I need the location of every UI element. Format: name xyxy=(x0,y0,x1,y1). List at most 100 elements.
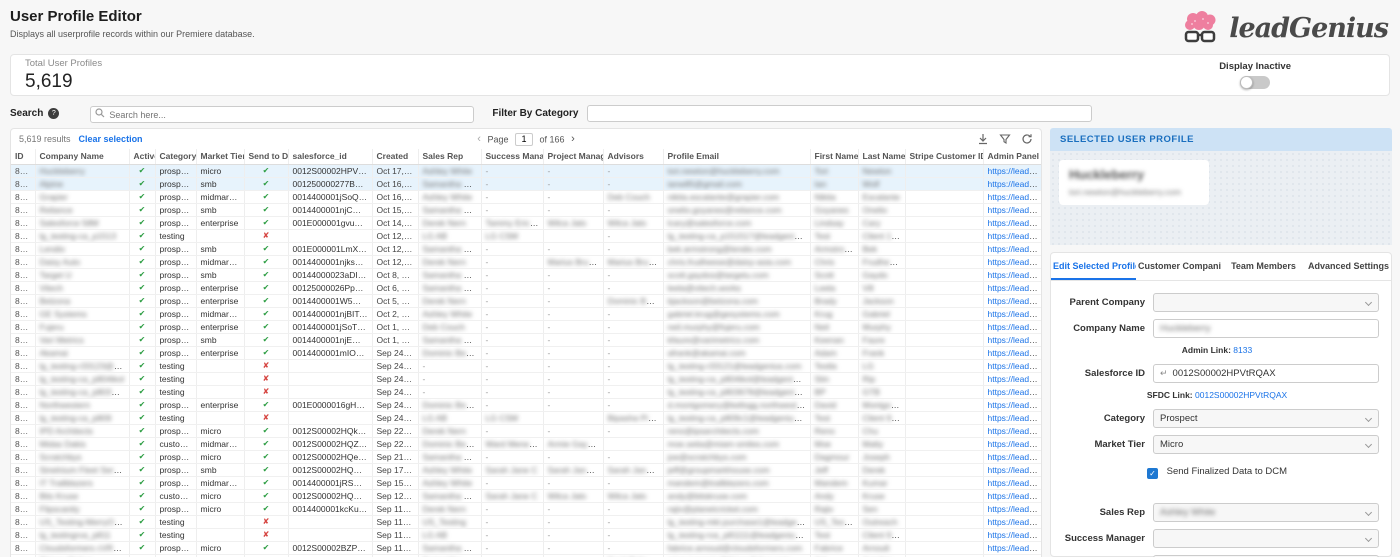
admin-panel-link[interactable]: https://leadgenius.com xyxy=(988,504,1043,514)
table-row[interactable]: 8108IT Trailblazers✔prospectmidmarket✔00… xyxy=(11,476,1042,489)
admin-panel-link[interactable]: https://leadgenius.com xyxy=(988,530,1043,540)
table-row[interactable]: 8110Scratchbys✔prospectmicro✔0012S00002H… xyxy=(11,450,1042,463)
table-row[interactable]: 8130Reliance✔prospectsmb✔0014400001njCOe… xyxy=(11,203,1042,216)
admin-link[interactable]: 8133 xyxy=(1233,345,1252,355)
cell-admin[interactable]: https://leadgenius.com xyxy=(983,268,1042,281)
filter-by-category-input[interactable] xyxy=(587,105,1092,122)
admin-panel-link[interactable]: https://leadgenius.com xyxy=(988,465,1043,475)
table-row[interactable]: 8120Fujeru✔prospectenterprise✔0014400001… xyxy=(11,320,1042,333)
admin-panel-link[interactable]: https://leadgenius.com xyxy=(988,335,1043,345)
admin-panel-link[interactable]: https://leadgenius.com xyxy=(988,491,1043,501)
cell-admin[interactable]: https://leadgenius.com xyxy=(983,411,1042,424)
cell-admin[interactable]: https://leadgenius.com xyxy=(983,372,1042,385)
sales-rep-select[interactable]: Ashley White xyxy=(1153,503,1379,522)
market-tier-select[interactable]: Micro xyxy=(1153,435,1379,454)
table-row[interactable]: 8127Lendio✔prospectsmb✔001E000001LmXBHIA… xyxy=(11,242,1042,255)
table-row[interactable]: 8119Vari Metrics✔prospectsmb✔0014400001n… xyxy=(11,333,1042,346)
table-row[interactable]: 8107Bits Kruse✔customermicro✔0012S00002H… xyxy=(11,489,1042,502)
cell-admin[interactable]: https://leadgenius.com xyxy=(983,320,1042,333)
admin-panel-link[interactable]: https://leadgenius.com xyxy=(988,218,1043,228)
admin-panel-link[interactable]: https://leadgenius.com xyxy=(988,205,1043,215)
table-row[interactable]: 8109Sinelnium Fleet Services✔prospectsmb… xyxy=(11,463,1042,476)
cell-admin[interactable]: https://leadgenius.com xyxy=(983,502,1042,515)
success-manager-select[interactable] xyxy=(1153,529,1379,548)
cell-admin[interactable]: https://leadgenius.com xyxy=(983,190,1042,203)
cell-admin[interactable]: https://leadgenius.com xyxy=(983,346,1042,359)
cell-admin[interactable]: https://leadgenius.com xyxy=(983,489,1042,502)
tab-edit-selected-profile[interactable]: Edit Selected Profile xyxy=(1051,253,1136,280)
table-row[interactable]: 8105US_Testing-MerryOutreach5✔testing✘Se… xyxy=(11,515,1042,528)
table-row[interactable]: 8129Salesforce 58M✔prospectenterprise✔00… xyxy=(11,216,1042,229)
cell-admin[interactable]: https://leadgenius.com xyxy=(983,385,1042,398)
cell-admin[interactable]: https://leadgenius.com xyxy=(983,463,1042,476)
filter-icon[interactable] xyxy=(999,133,1011,145)
admin-panel-link[interactable]: https://leadgenius.com xyxy=(988,257,1043,267)
admin-panel-link[interactable]: https://leadgenius.com xyxy=(988,322,1043,332)
cell-admin[interactable]: https://leadgenius.com xyxy=(983,541,1042,554)
table-row[interactable]: 8123Vitech✔prospectenterprise✔0012500002… xyxy=(11,281,1042,294)
category-select[interactable]: Prospect xyxy=(1153,409,1379,428)
cell-admin[interactable]: https://leadgenius.com xyxy=(983,229,1042,242)
admin-panel-link[interactable]: https://leadgenius.com xyxy=(988,283,1043,293)
admin-panel-link[interactable]: https://leadgenius.com xyxy=(988,543,1043,553)
cell-admin[interactable]: https://leadgenius.com xyxy=(983,294,1042,307)
admin-panel-link[interactable]: https://leadgenius.com xyxy=(988,452,1043,462)
admin-panel-link[interactable]: https://leadgenius.com xyxy=(988,309,1043,319)
salesforce-id-input[interactable]: ↵0012S00002HPVtRQAX xyxy=(1153,364,1379,383)
sfdc-link[interactable]: 0012S00002HPVtRQAX xyxy=(1195,390,1287,400)
table-row[interactable]: 8111Midas Dakis✔customermidmarket✔0012S0… xyxy=(11,437,1042,450)
next-page-icon[interactable]: › xyxy=(567,133,579,145)
cell-admin[interactable]: https://leadgenius.com xyxy=(983,528,1042,541)
table-row[interactable]: 8113lg_testing-ca_p809✔testing✘Sep 24, 2… xyxy=(11,411,1042,424)
cell-admin[interactable]: https://leadgenius.com xyxy=(983,424,1042,437)
admin-panel-link[interactable]: https://leadgenius.com xyxy=(988,374,1043,384)
cell-admin[interactable]: https://leadgenius.com xyxy=(983,216,1042,229)
table-row[interactable]: 8131Grapier✔prospectmidmarket✔0014400001… xyxy=(11,190,1042,203)
parent-company-select[interactable] xyxy=(1153,293,1379,312)
admin-panel-link[interactable]: https://leadgenius.com xyxy=(988,439,1043,449)
table-row[interactable]: 8121GE Systems✔prospectmidmarket✔0014400… xyxy=(11,307,1042,320)
admin-panel-link[interactable]: https://leadgenius.com xyxy=(988,270,1043,280)
page-number-input[interactable] xyxy=(515,133,533,146)
admin-panel-link[interactable]: https://leadgenius.com xyxy=(988,179,1043,189)
admin-panel-link[interactable]: https://leadgenius.com xyxy=(988,361,1043,371)
table-row[interactable]: 8132Alpine✔prospectsmb✔001250000277BkCQA… xyxy=(11,177,1042,190)
admin-panel-link[interactable]: https://leadgenius.com xyxy=(988,517,1043,527)
cell-admin[interactable]: https://leadgenius.com xyxy=(983,164,1042,177)
cell-admin[interactable]: https://leadgenius.com xyxy=(983,450,1042,463)
table-row[interactable]: 8112IPD Architects✔prospectmicro✔0012S00… xyxy=(11,424,1042,437)
admin-panel-link[interactable]: https://leadgenius.com xyxy=(988,478,1043,488)
table-row[interactable]: 8115lg_testing-ca_p803678✔testing✘Sep 24… xyxy=(11,385,1042,398)
tab-team-members[interactable]: Team Members xyxy=(1221,253,1306,280)
tab-advanced-settings[interactable]: Advanced Settings xyxy=(1306,253,1391,280)
admin-panel-link[interactable]: https://leadgenius.com xyxy=(988,231,1043,241)
cell-admin[interactable]: https://leadgenius.com xyxy=(983,242,1042,255)
tab-customer-companies[interactable]: Customer Companies xyxy=(1136,253,1221,280)
prev-page-icon[interactable]: ‹ xyxy=(473,133,485,145)
table-row[interactable]: 8104lg_testingrva_p811✔testing✘Sep 11, 2… xyxy=(11,528,1042,541)
cell-admin[interactable]: https://leadgenius.com xyxy=(983,307,1042,320)
table-row[interactable]: 8128lg_testing-ca_p1513✔testing✘Oct 12, … xyxy=(11,229,1042,242)
cell-admin[interactable]: https://leadgenius.com xyxy=(983,203,1042,216)
display-inactive-toggle[interactable] xyxy=(1240,76,1270,89)
admin-panel-link[interactable]: https://leadgenius.com xyxy=(988,413,1043,423)
refresh-icon[interactable] xyxy=(1021,133,1033,145)
table-row[interactable]: 8118Akamai✔prospectenterprise✔0014400001… xyxy=(11,346,1042,359)
table-row[interactable]: 8125Target U✔prospectsmb✔00144000023aDIw… xyxy=(11,268,1042,281)
table-row[interactable]: 8116lg_testing-ca_p804ikol✔testing✘Sep 2… xyxy=(11,372,1042,385)
download-icon[interactable] xyxy=(977,133,989,145)
table-row[interactable]: 8114Northwestern✔prospectenterprise✔001E… xyxy=(11,398,1042,411)
cell-admin[interactable]: https://leadgenius.com xyxy=(983,515,1042,528)
help-icon[interactable]: ? xyxy=(48,108,59,119)
admin-panel-link[interactable]: https://leadgenius.com xyxy=(988,348,1043,358)
cell-admin[interactable]: https://leadgenius.com xyxy=(983,177,1042,190)
cell-admin[interactable]: https://leadgenius.com xyxy=(983,255,1042,268)
cell-admin[interactable]: https://leadgenius.com xyxy=(983,359,1042,372)
cell-admin[interactable]: https://leadgenius.com xyxy=(983,437,1042,450)
search-input[interactable] xyxy=(90,106,474,123)
admin-panel-link[interactable]: https://leadgenius.com xyxy=(988,244,1043,254)
cell-admin[interactable]: https://leadgenius.com xyxy=(983,398,1042,411)
cell-admin[interactable]: https://leadgenius.com xyxy=(983,333,1042,346)
table-row[interactable]: 8117lg_testing-r33123@testdga✔testing✘Se… xyxy=(11,359,1042,372)
table-row[interactable]: 8103Cloudsformers cVR568✔prospectmicro✔0… xyxy=(11,541,1042,554)
